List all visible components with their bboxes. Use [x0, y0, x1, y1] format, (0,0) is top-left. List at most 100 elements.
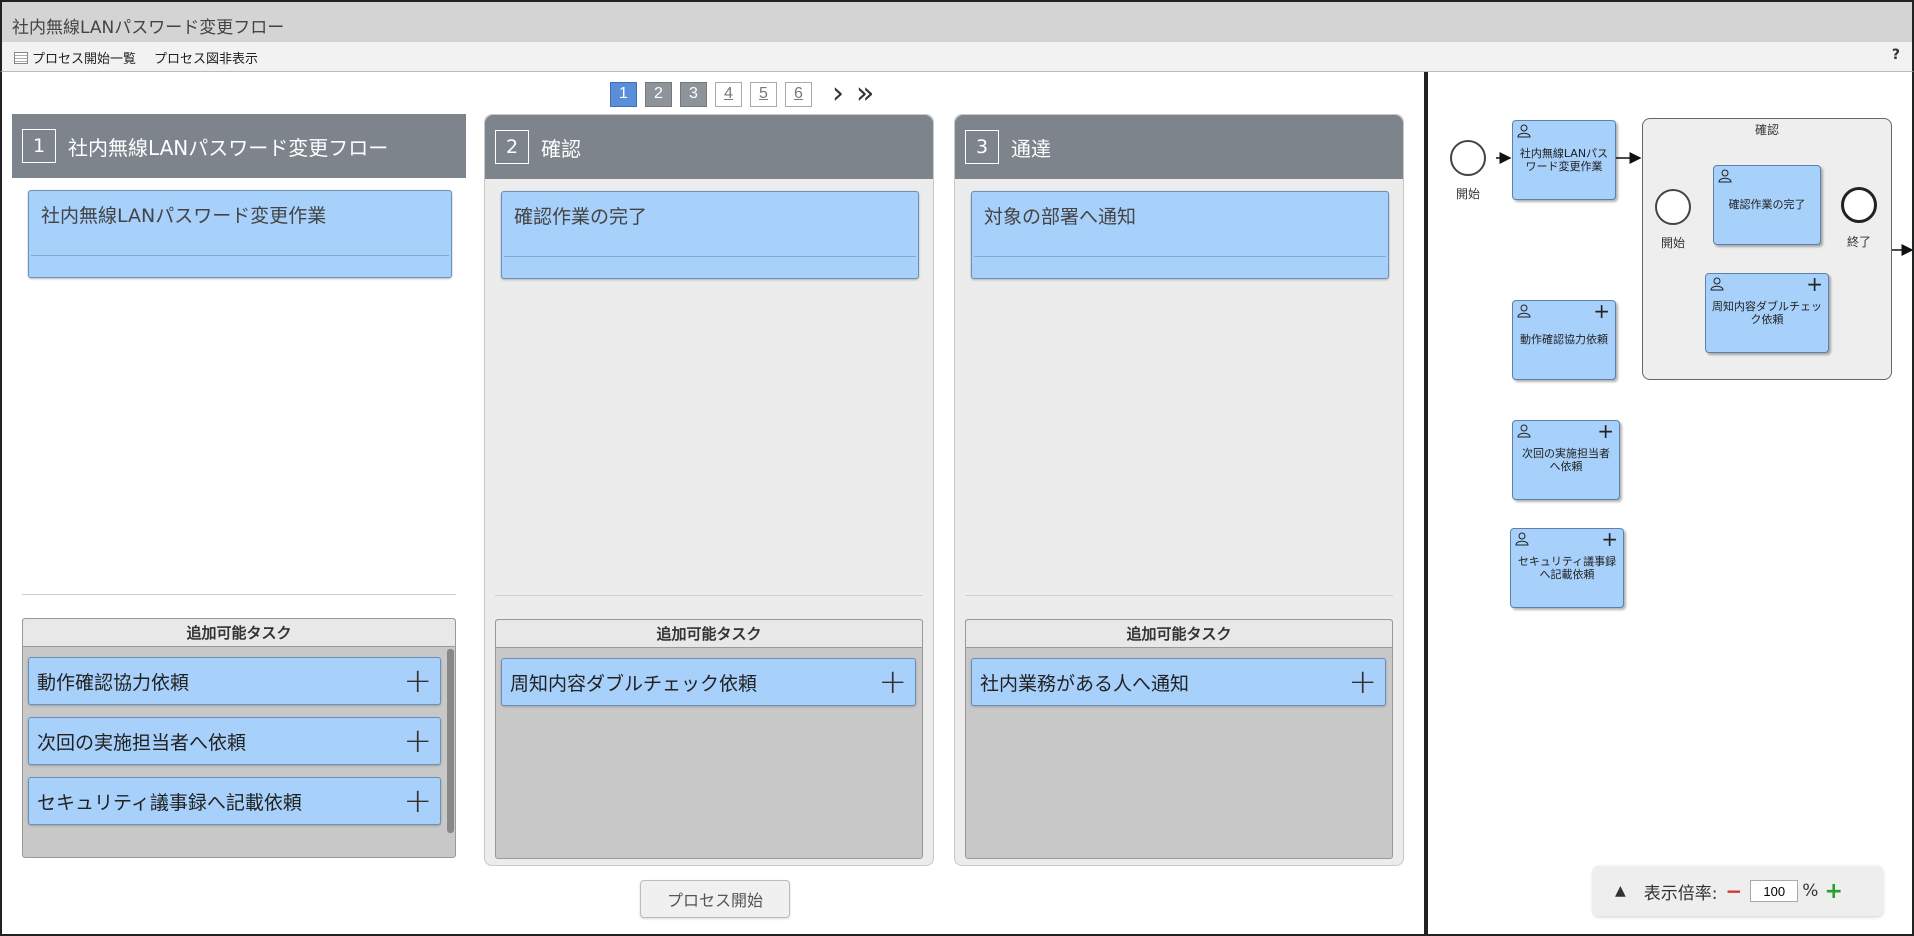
user-icon: [1710, 277, 1724, 291]
plus-icon[interactable]: +: [1597, 421, 1614, 441]
last-page-icon[interactable]: »: [856, 79, 874, 109]
add-task-item[interactable]: 周知内容ダブルチェック依頼 +: [501, 658, 916, 706]
window-title: 社内無線LANパスワード変更フロー: [12, 18, 285, 38]
plus-icon[interactable]: +: [1806, 274, 1823, 294]
task-title: 社内無線LANパスワード変更作業: [41, 205, 327, 227]
user-icon: [1718, 169, 1732, 183]
step-column-3: 3 通達 対象の部署へ通知 追加可能タスク 社内業務がある人へ通知 +: [954, 114, 1404, 866]
add-task-label: 社内業務がある人へ通知: [980, 672, 1190, 695]
plus-icon[interactable]: +: [404, 724, 433, 758]
page-3-button[interactable]: 3: [680, 81, 707, 107]
task-card[interactable]: 確認作業の完了: [501, 191, 919, 279]
diagram-task-label: 周知内容ダブルチェック依頼: [1712, 300, 1822, 326]
help-icon[interactable]: ?: [1892, 47, 1900, 63]
plus-icon[interactable]: +: [1601, 529, 1618, 549]
column-header: 3 通達: [955, 115, 1403, 179]
sub-end-event[interactable]: [1841, 187, 1877, 223]
start-event[interactable]: [1450, 140, 1486, 176]
plus-icon[interactable]: +: [1349, 665, 1378, 699]
zoom-out-icon[interactable]: −: [1726, 879, 1743, 903]
scrollbar[interactable]: [447, 649, 454, 833]
diagram-task-label: 次回の実施担当者へ依頼: [1522, 447, 1610, 473]
user-icon: [1517, 124, 1531, 138]
next-page-icon[interactable]: ›: [832, 79, 844, 109]
step-number: 3: [965, 130, 999, 164]
add-task-label: 周知内容ダブルチェック依頼: [510, 672, 758, 695]
diagram-add-task-3[interactable]: + セキュリティ議事録へ記載依頼: [1510, 528, 1624, 608]
task-card[interactable]: 社内無線LANパスワード変更作業: [28, 190, 452, 278]
zoom-input[interactable]: [1750, 880, 1799, 902]
add-task-label: 動作確認協力依頼: [37, 671, 190, 694]
diagram-sub-add-task[interactable]: + 周知内容ダブルチェック依頼: [1705, 273, 1829, 353]
diagram-task-label: セキュリティ議事録へ記載依頼: [1517, 555, 1617, 581]
step-number: 2: [495, 130, 529, 164]
page-2-button[interactable]: 2: [645, 81, 672, 107]
sub-end-label: 終了: [1847, 235, 1872, 249]
toggle-diagram-button[interactable]: プロセス図非表示: [154, 48, 258, 67]
divider: [965, 595, 1393, 596]
column-title: 確認: [541, 136, 581, 161]
page-4-button[interactable]: 4: [715, 81, 742, 107]
process-list-button[interactable]: プロセス開始一覧: [14, 48, 136, 67]
start-process-button[interactable]: プロセス開始: [640, 880, 790, 918]
addable-tasks-header: 追加可能タスク: [966, 620, 1392, 648]
column-header: 2 確認: [485, 115, 933, 179]
column-title: 通達: [1011, 136, 1051, 161]
diagram-task-label: 動作確認協力依頼: [1520, 333, 1608, 346]
plus-icon[interactable]: +: [404, 664, 433, 698]
diagram-add-task-2[interactable]: + 次回の実施担当者へ依頼: [1512, 420, 1620, 500]
zoom-in-icon[interactable]: +: [1824, 879, 1842, 904]
diagram-task-label: 社内無線LANパスワード変更作業: [1519, 147, 1609, 173]
add-task-item[interactable]: 社内業務がある人へ通知 +: [971, 658, 1386, 706]
add-task-item[interactable]: 次回の実施担当者へ依頼 +: [28, 717, 441, 765]
step-column-1: 1 社内無線LANパスワード変更フロー 社内無線LANパスワード変更作業 追加可…: [12, 114, 466, 866]
add-task-label: セキュリティ議事録へ記載依頼: [37, 791, 302, 814]
add-task-item[interactable]: セキュリティ議事録へ記載依頼 +: [28, 777, 441, 825]
task-board: 1 2 3 4 5 6 › » 1 社内無線LANパスワード変更フロー 社内無線…: [0, 72, 1424, 936]
step-number: 1: [22, 129, 56, 163]
step-column-2: 2 確認 確認作業の完了 追加可能タスク 周知内容ダブルチェック依頼 +: [484, 114, 934, 866]
subprocess-confirm[interactable]: 確認 開始 確認作業の完了 終了 + 周知内容ダブルチェック依頼: [1642, 118, 1892, 380]
add-task-label: 次回の実施担当者へ依頼: [37, 731, 247, 754]
sub-start-label: 開始: [1661, 236, 1686, 250]
user-icon: [1515, 532, 1529, 546]
toolbar: プロセス開始一覧 プロセス図非表示 ?: [0, 42, 1914, 72]
task-title: 対象の部署へ通知: [984, 206, 1137, 228]
divider: [495, 595, 923, 596]
addable-tasks-header: 追加可能タスク: [496, 620, 922, 648]
column-header: 1 社内無線LANパスワード変更フロー: [12, 114, 466, 178]
column-title: 社内無線LANパスワード変更フロー: [68, 135, 389, 160]
zoom-control: ▲ 表示倍率: − % +: [1593, 866, 1883, 916]
zoom-label: 表示倍率:: [1643, 883, 1718, 904]
home-icon[interactable]: ▲: [1615, 883, 1626, 899]
process-list-label: プロセス開始一覧: [32, 52, 137, 67]
process-diagram: 開始 社内無線LANパスワード変更作業 確認 開始 確認作業の完了 終了 + 周…: [1428, 72, 1914, 936]
diagram-sub-task[interactable]: 確認作業の完了: [1713, 165, 1821, 245]
diagram-task-label: 確認作業の完了: [1728, 198, 1806, 211]
user-icon: [1517, 304, 1531, 318]
plus-icon[interactable]: +: [879, 665, 908, 699]
sub-start-event[interactable]: [1655, 189, 1691, 225]
addable-tasks-panel: 追加可能タスク 周知内容ダブルチェック依頼 +: [495, 619, 923, 859]
page-6-button[interactable]: 6: [785, 81, 812, 107]
zoom-unit: %: [1802, 881, 1819, 901]
step-pager: 1 2 3 4 5 6 › »: [610, 79, 874, 109]
addable-tasks-panel: 追加可能タスク 動作確認協力依頼 + 次回の実施担当者へ依頼 + セキュリティ議…: [22, 618, 456, 858]
diagram-task-main[interactable]: 社内無線LANパスワード変更作業: [1512, 120, 1616, 200]
task-title: 確認作業の完了: [514, 206, 648, 228]
start-label: 開始: [1456, 187, 1481, 201]
window-titlebar: 社内無線LANパスワード変更フロー: [0, 0, 1914, 42]
list-icon: [14, 51, 28, 64]
addable-tasks-panel: 追加可能タスク 社内業務がある人へ通知 +: [965, 619, 1393, 859]
add-task-item[interactable]: 動作確認協力依頼 +: [28, 657, 441, 705]
addable-tasks-header: 追加可能タスク: [23, 619, 455, 647]
task-card[interactable]: 対象の部署へ通知: [971, 191, 1389, 279]
user-icon: [1517, 424, 1531, 438]
plus-icon[interactable]: +: [1593, 301, 1610, 321]
plus-icon[interactable]: +: [404, 784, 433, 818]
page-5-button[interactable]: 5: [750, 81, 777, 107]
page-1-button[interactable]: 1: [610, 81, 637, 107]
divider: [22, 594, 456, 595]
subprocess-label: 確認: [1754, 123, 1779, 137]
diagram-add-task-1[interactable]: + 動作確認協力依頼: [1512, 300, 1616, 380]
